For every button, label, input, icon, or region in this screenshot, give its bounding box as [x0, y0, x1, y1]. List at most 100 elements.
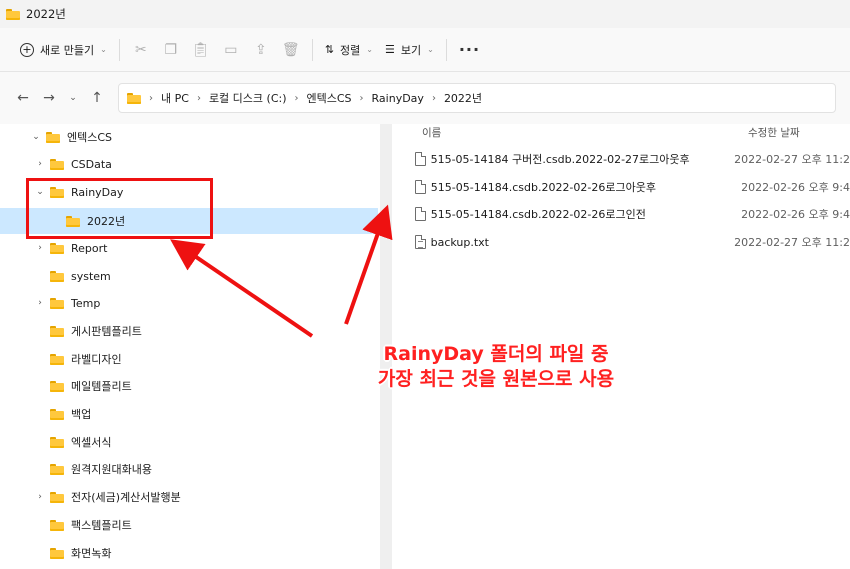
chevron-right-icon: › [431, 92, 436, 104]
chevron-right-icon: › [149, 92, 153, 104]
chevron-down-icon[interactable]: ⌄ [30, 132, 42, 142]
file-date: 2022-02-26 오후 9:4 [741, 181, 850, 194]
file-name: 515-05-14184.csdb.2022-02-26로그인전 [430, 208, 646, 221]
file-date: 2022-02-26 오후 9:4 [741, 208, 850, 221]
folder-icon [50, 463, 64, 475]
toolbar-divider [118, 38, 120, 61]
file-name: 515-05-14184.csdb.2022-02-26로그아웃후 [430, 181, 656, 194]
view-button[interactable]: ☰ 보기 ⌄ [379, 36, 440, 64]
breadcrumb-item[interactable]: RainyDay [372, 92, 424, 105]
chevron-right-icon[interactable]: › [34, 298, 46, 308]
sort-button-label: 정렬 [340, 43, 361, 57]
file-date: 2022-02-27 오후 11:2 [734, 153, 850, 166]
folder-icon [50, 353, 64, 365]
text-file-icon [415, 235, 426, 249]
annotation-line-1: RainyDay 폴더의 파일 중 [383, 343, 609, 365]
tree-item-label: 백업 [71, 408, 92, 421]
tree-item[interactable]: 원격지원대화내용 [0, 456, 378, 482]
tree-item[interactable]: 팩스템플리트 [0, 512, 378, 538]
file-row[interactable]: 515-05-14184.csdb.2022-02-26로그인전 2022-02… [392, 200, 850, 228]
column-header-name[interactable]: 이름 [422, 125, 441, 141]
tree-item[interactable]: 게시판템플리트 [0, 318, 378, 344]
cut-icon[interactable]: ✂ [126, 36, 156, 64]
tree-item[interactable]: › 전자(세금)계산서발행분 [0, 484, 378, 510]
tree-item-label: CSData [71, 157, 112, 171]
file-row[interactable]: backup.txt 2022-02-27 오후 11:2 [392, 228, 850, 256]
column-header-date[interactable]: 수정한 날짜 [748, 125, 800, 141]
tree-item-label: 화면녹화 [71, 547, 112, 560]
tree-item[interactable]: › Temp [0, 290, 378, 316]
address-bar[interactable]: › 내 PC › 로컬 디스크 (C:) › 엔텍스CS › RainyDay … [118, 83, 836, 113]
chevron-right-icon[interactable]: › [34, 243, 46, 253]
tree-item-label: 게시판템플리트 [71, 325, 142, 338]
navigation-bar: ← → ⌄ ↑ › 내 PC › 로컬 디스크 (C:) › 엔텍스CS › R… [0, 72, 850, 124]
toolbar-divider [445, 38, 447, 61]
recent-locations-chevron-icon[interactable]: ⌄ [62, 85, 84, 111]
folder-icon [50, 519, 64, 531]
annotation-highlight-box [26, 178, 213, 239]
delete-icon[interactable]: 🗑︎ [276, 36, 306, 64]
file-row[interactable]: 515-05-14184.csdb.2022-02-26로그아웃후 2022-0… [392, 173, 850, 201]
folder-icon [50, 380, 64, 392]
tree-item-label: 메일템플리트 [71, 380, 132, 393]
tree-item-label: Report [71, 241, 108, 255]
new-button-label: 새로 만들기 [40, 43, 95, 57]
chevron-right-icon: › [196, 92, 201, 104]
rename-icon[interactable]: ▭ [216, 36, 246, 64]
chevron-down-icon: ⌄ [100, 45, 107, 54]
tree-item[interactable]: › CSData [0, 151, 378, 177]
forward-arrow-icon[interactable]: → [36, 85, 62, 111]
file-date: 2022-02-27 오후 11:2 [734, 236, 850, 249]
tree-item-label: 엔텍스CS [67, 131, 113, 144]
annotation-line-2: 가장 최근 것을 원본으로 사용 [377, 368, 615, 390]
breadcrumb-item[interactable]: 2022년 [444, 90, 482, 106]
plus-circle-icon: + [20, 42, 34, 57]
folder-icon [50, 436, 64, 448]
breadcrumb-item[interactable]: 로컬 디스크 (C:) [209, 90, 287, 106]
chevron-right-icon: › [294, 92, 299, 104]
file-icon [415, 152, 426, 166]
sort-ascending-icon: ^ [576, 124, 584, 129]
more-options-button[interactable]: ··· [453, 36, 486, 64]
up-arrow-icon[interactable]: ↑ [84, 85, 110, 111]
chevron-right-icon[interactable]: › [34, 492, 46, 502]
command-bar: + 새로 만들기 ⌄ ✂ ❐ 📋︎ ▭ ⇪ 🗑︎ ⇅ 정렬 ⌄ ☰ 보기 ⌄ ·… [0, 28, 850, 72]
tree-item-label: system [71, 269, 111, 283]
sort-icon: ⇅ [324, 43, 335, 56]
folder-icon [50, 491, 64, 503]
file-name: backup.txt [430, 235, 489, 249]
file-icon [415, 207, 426, 221]
window-title: 2022년 [26, 7, 66, 21]
tree-item-label: 전자(세금)계산서발행분 [71, 491, 181, 504]
file-row[interactable]: 515-05-14184 구버전.csdb.2022-02-27로그아웃후 20… [392, 145, 850, 173]
folder-icon [46, 131, 60, 143]
chevron-right-icon: › [359, 92, 364, 104]
new-button[interactable]: + 새로 만들기 ⌄ [14, 36, 113, 64]
title-bar: 2022년 [0, 0, 850, 28]
tree-item[interactable]: 백업 [0, 401, 378, 427]
tree-item-root[interactable]: ⌄ 엔텍스CS [0, 124, 378, 150]
folder-icon [50, 547, 64, 559]
tree-item[interactable]: 엑셀서식 [0, 429, 378, 455]
tree-item-label: Temp [71, 296, 101, 310]
annotation-text: RainyDay 폴더의 파일 중 가장 최근 것을 원본으로 사용 [296, 342, 696, 392]
tree-item-label: 원격지원대화내용 [71, 463, 152, 476]
paste-icon[interactable]: 📋︎ [186, 36, 216, 64]
folder-icon [127, 92, 141, 104]
folder-icon [6, 8, 20, 20]
tree-item[interactable]: 화면녹화 [0, 540, 378, 566]
file-icon [415, 180, 426, 194]
toolbar-divider [311, 38, 313, 61]
breadcrumb-item[interactable]: 엔텍스CS [307, 90, 352, 106]
sort-button[interactable]: ⇅ 정렬 ⌄ [319, 36, 379, 64]
chevron-right-icon[interactable]: › [34, 159, 46, 169]
chevron-down-icon: ⌄ [366, 45, 373, 54]
copy-icon[interactable]: ❐ [156, 36, 186, 64]
tree-item[interactable]: system [0, 263, 378, 289]
share-icon[interactable]: ⇪ [246, 36, 276, 64]
back-arrow-icon[interactable]: ← [10, 85, 36, 111]
breadcrumb-item[interactable]: 내 PC [161, 90, 189, 106]
folder-icon [50, 408, 64, 420]
folder-icon [50, 325, 64, 337]
tree-item-label: 라벨디자인 [71, 353, 122, 366]
